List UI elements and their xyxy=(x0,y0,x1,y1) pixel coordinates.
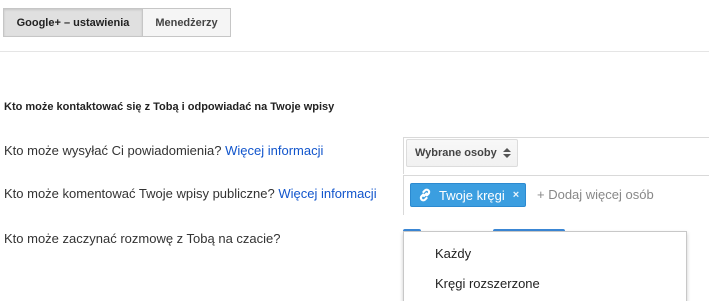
notifications-audience-value: Wybrane osoby xyxy=(415,147,497,159)
notifications-audience-select[interactable]: Wybrane osoby xyxy=(406,139,518,167)
header-divider xyxy=(0,51,709,52)
chip-label: Twoje kręgi xyxy=(439,187,505,203)
comments-more-info-link[interactable]: Więcej informacji xyxy=(278,186,376,201)
chat-row-label: Kto może zaczynać rozmowę z Tobą na czac… xyxy=(4,231,281,246)
notifications-question: Kto może wysyłać Ci powiadomienia? xyxy=(4,143,226,158)
link-icon xyxy=(417,187,433,203)
remove-chip-icon[interactable]: × xyxy=(513,189,519,201)
section-title: Kto może kontaktować się z Tobą i odpowi… xyxy=(4,101,335,113)
notifications-more-info-link[interactable]: Więcej informacji xyxy=(225,143,323,158)
tab-google-plus-settings[interactable]: Google+ – ustawienia xyxy=(3,8,143,37)
settings-tabs: Google+ – ustawienia Menedżerzy xyxy=(3,8,231,37)
notifications-row-label: Kto może wysyłać Ci powiadomienia? Więce… xyxy=(4,143,323,158)
chat-question: Kto może zaczynać rozmowę z Tobą na czac… xyxy=(4,231,281,246)
add-more-people-input[interactable]: + Dodaj więcej osób xyxy=(537,187,654,202)
comments-row-label: Kto może komentować Twoje wpisy publiczn… xyxy=(4,186,377,201)
dropdown-option-everyone[interactable]: Każdy xyxy=(435,246,471,261)
comments-question: Kto może komentować Twoje wpisy publiczn… xyxy=(4,186,279,201)
tab-managers[interactable]: Menedżerzy xyxy=(142,8,231,37)
up-down-arrows-icon xyxy=(502,148,511,158)
dropdown-option-extended-circles[interactable]: Kręgi rozszerzone xyxy=(435,276,540,291)
chat-audience-dropdown: Każdy Kręgi rozszerzone xyxy=(403,231,687,301)
your-circles-chip[interactable]: Twoje kręgi × xyxy=(410,183,527,207)
